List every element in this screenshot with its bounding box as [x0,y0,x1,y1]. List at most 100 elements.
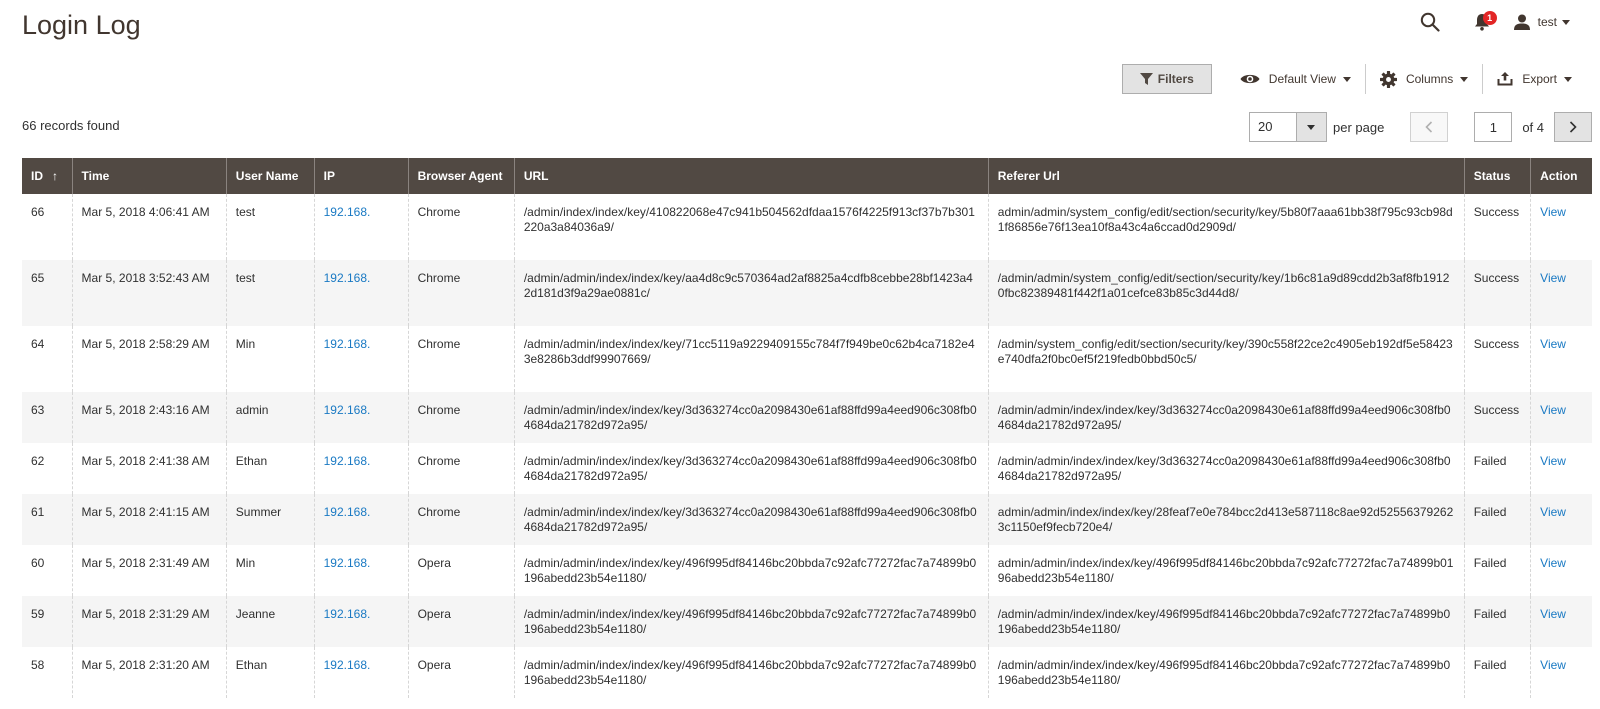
cell-status: Success [1463,194,1531,260]
cell-id: 58 [31,658,45,672]
cell-time: Mar 5, 2018 2:41:15 AM [71,494,227,545]
column-header-ip[interactable]: IP [313,158,409,194]
cell-referer-url: admin/admin/index/index/key/496f995df841… [987,545,1465,596]
per-page-toggle[interactable] [1295,113,1326,141]
grid-header-row: ID ↑ Time User Name IP Browser Agent URL … [22,158,1592,194]
grid-toolbar: Filters Default View Columns Export [1121,64,1586,94]
view-link[interactable]: View [1540,658,1566,672]
cell-browser-agent: Opera [407,596,515,647]
column-header-status[interactable]: Status [1463,158,1531,194]
cell-status: Success [1463,392,1531,443]
view-link[interactable]: View [1540,556,1566,570]
ip-link[interactable]: 192.168. [324,658,371,672]
cell-referer-url: /admin/admin/index/index/key/3d363274cc0… [987,443,1465,494]
columns-label: Columns [1405,72,1454,86]
cell-browser-agent: Chrome [407,260,515,326]
cell-id: 66 [31,205,45,219]
column-header-browser-agent[interactable]: Browser Agent [407,158,515,194]
view-link[interactable]: View [1540,271,1566,285]
ip-link[interactable]: 192.168. [324,607,371,621]
cell-id: 59 [22,596,73,647]
export-dropdown[interactable]: Export [1483,64,1586,94]
ip-link[interactable]: 192.168. [324,205,371,219]
eye-icon [1240,74,1260,84]
cell-status: Failed [1463,545,1531,596]
view-link[interactable]: View [1540,337,1566,351]
default-view-dropdown[interactable]: Default View [1226,64,1365,94]
login-log-grid: ID ↑ Time User Name IP Browser Agent URL … [22,158,1592,698]
per-page-label: per page [1332,119,1385,135]
cell-id: 63 [22,392,73,443]
cell-browser-agent: Chrome [407,194,515,260]
cell-url: /admin/admin/index/index/key/496f995df84… [513,647,989,698]
filters-button[interactable]: Filters [1121,64,1212,94]
chevron-right-icon [1569,121,1577,133]
cell-time: Mar 5, 2018 2:31:49 AM [71,545,227,596]
cell-time: Mar 5, 2018 3:52:43 AM [71,260,227,326]
cell-url: /admin/admin/index/index/key/71cc5119a92… [513,326,989,392]
cell-referer-url: /admin/system_config/edit/section/securi… [987,326,1465,392]
gear-icon [1379,70,1397,88]
previous-page-button[interactable] [1410,112,1449,142]
column-header-time[interactable]: Time [71,158,227,194]
view-link[interactable]: View [1540,454,1566,468]
export-label: Export [1522,72,1557,86]
cell-browser-agent: Chrome [407,443,515,494]
notifications-button[interactable]: 1 [1470,10,1497,34]
column-header-user-name[interactable]: User Name [225,158,315,194]
table-row: 66 Mar 5, 2018 4:06:41 AM test 192.168. … [22,194,1592,260]
column-header-action: Action [1530,158,1592,194]
per-page-select[interactable]: 20 [1248,112,1327,142]
columns-dropdown[interactable]: Columns [1366,64,1482,94]
records-found: 66 records found [22,118,120,133]
cell-browser-agent: Chrome [407,326,515,392]
column-header-id[interactable]: ID ↑ [22,158,73,194]
cell-user-name: test [225,194,315,260]
search-icon [1420,12,1440,32]
cell-id: 62 [31,454,45,468]
view-link[interactable]: View [1540,505,1566,519]
sort-ascending-icon: ↑ [52,169,58,183]
cell-referer-url: /admin/admin/index/index/key/3d363274cc0… [987,392,1465,443]
pagination: 20 per page of 4 [1248,112,1592,142]
cell-status: Failed [1463,494,1531,545]
view-link[interactable]: View [1540,403,1566,417]
cell-user-name: Min [225,326,315,392]
cell-status: Failed [1463,647,1531,698]
view-link[interactable]: View [1540,607,1566,621]
filters-label: Filters [1157,72,1194,86]
user-menu[interactable]: test [1513,14,1570,30]
column-header-url[interactable]: URL [513,158,989,194]
view-link[interactable]: View [1540,205,1566,219]
cell-url: /admin/admin/index/index/key/3d363274cc0… [513,392,989,443]
cell-user-name: Jeanne [225,596,315,647]
ip-link[interactable]: 192.168. [324,403,371,417]
cell-browser-agent: Opera [407,647,515,698]
search-button[interactable] [1416,10,1444,34]
cell-user-name: admin [225,392,315,443]
table-row: 61 Mar 5, 2018 2:41:15 AM Summer 192.168… [22,494,1592,545]
next-page-button[interactable] [1554,112,1592,142]
ip-link[interactable]: 192.168. [324,556,371,570]
cell-time: Mar 5, 2018 2:58:29 AM [71,326,227,392]
user-icon [1513,14,1530,30]
cell-user-name: Min [225,545,315,596]
cell-browser-agent: Opera [407,545,515,596]
chevron-down-icon [1307,124,1316,130]
cell-url: /admin/admin/index/index/key/3d363274cc0… [513,443,989,494]
ip-link[interactable]: 192.168. [324,271,371,285]
current-page-input[interactable] [1474,112,1513,142]
ip-link[interactable]: 192.168. [324,337,371,351]
column-header-referer-url[interactable]: Referer Url [987,158,1465,194]
table-row: 63 Mar 5, 2018 2:43:16 AM admin 192.168.… [22,392,1592,443]
ip-link[interactable]: 192.168. [324,505,371,519]
cell-time: Mar 5, 2018 4:06:41 AM [71,194,227,260]
page-title: Login Log [22,10,141,40]
ip-link[interactable]: 192.168. [324,454,371,468]
cell-url: /admin/admin/index/index/key/496f995df84… [513,596,989,647]
chevron-down-icon [1460,76,1469,82]
cell-status: Failed [1463,596,1531,647]
cell-referer-url: admin/admin/system_config/edit/section/s… [987,194,1465,260]
upload-icon [1497,72,1513,86]
cell-user-name: Summer [225,494,315,545]
